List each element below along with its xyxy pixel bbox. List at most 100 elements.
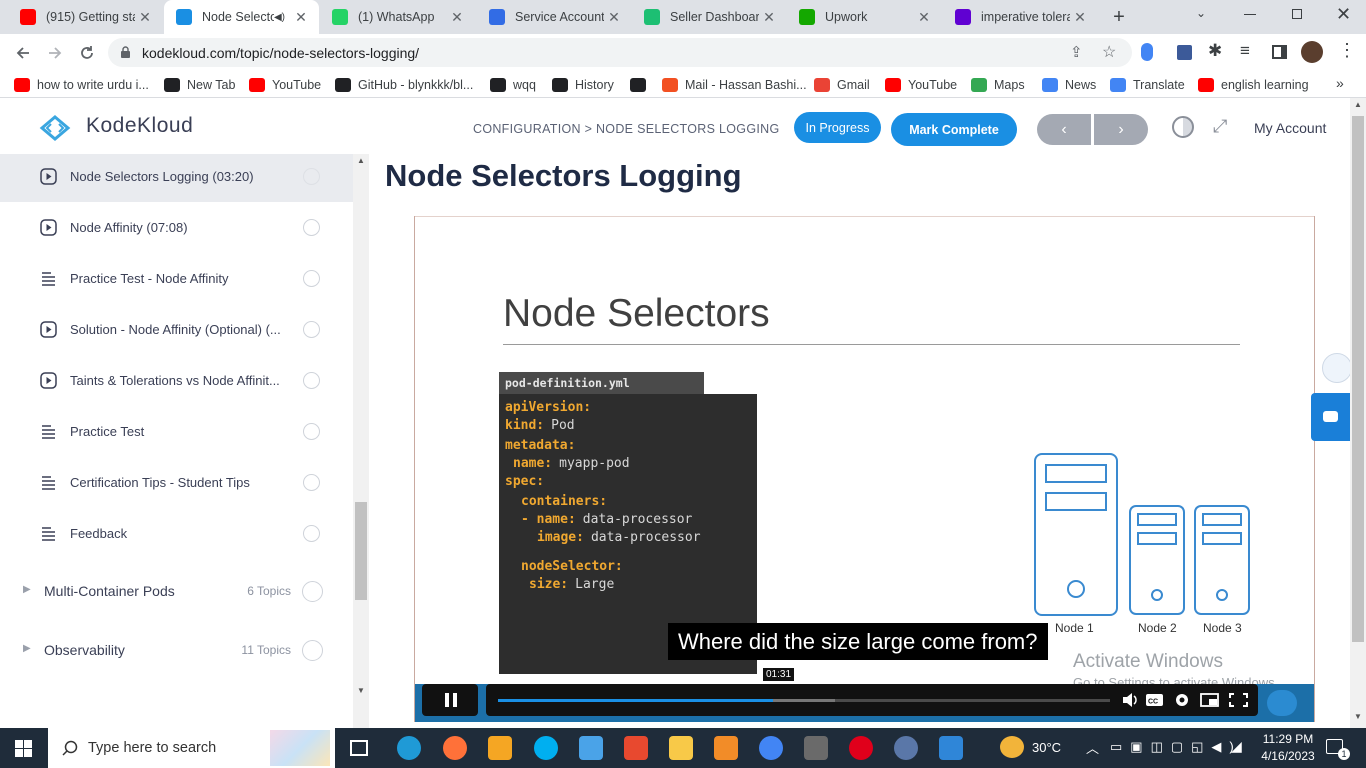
sidebar-lesson-item[interactable]: Node Affinity (07:08) — [0, 202, 353, 253]
browser-tab[interactable]: Seller Dashboard ✕ — [632, 0, 787, 34]
address-bar[interactable]: kodekloud.com/topic/node-selectors-loggi… — [108, 38, 1132, 67]
bookmark-item[interactable]: YouTube — [249, 75, 321, 95]
play-pause-button[interactable] — [422, 684, 478, 716]
chrome-icon[interactable] — [759, 736, 783, 760]
side-panel-icon[interactable] — [1272, 45, 1287, 59]
bookmark-item[interactable]: News — [1042, 75, 1096, 95]
media-app-icon[interactable] — [804, 736, 828, 760]
sidebar-scrollbar[interactable]: ▲ ▼ — [353, 154, 369, 728]
weather-icon[interactable] — [1000, 736, 1024, 758]
site-logo-text[interactable]: KodeKloud — [86, 114, 193, 138]
browser-tab[interactable]: (1) WhatsApp ✕ — [320, 0, 475, 34]
player-brand-icon[interactable] — [1267, 690, 1297, 716]
profile-avatar[interactable] — [1301, 41, 1323, 63]
more-bookmarks-icon[interactable]: » — [1336, 75, 1344, 91]
chrome-profile-icon[interactable] — [894, 736, 918, 760]
page-scroll-thumb[interactable] — [1352, 116, 1364, 642]
reading-list-icon[interactable]: ≡ — [1240, 41, 1250, 61]
page-scrollbar[interactable]: ▲ ▼ — [1350, 98, 1366, 728]
tray-chevron-icon[interactable]: ︿ — [1086, 738, 1099, 757]
temperature-text[interactable]: 30°C — [1032, 740, 1061, 755]
file-explorer-icon[interactable] — [669, 736, 693, 760]
bookmark-item[interactable]: GitHub - blynkkk/bl... — [335, 75, 473, 95]
audio-playing-icon[interactable]: ◀) — [274, 12, 285, 23]
browser-tab[interactable]: Node Selecto ◀) ✕ — [164, 0, 319, 34]
sidebar-lesson-item[interactable]: Practice Test — [0, 406, 353, 457]
section-complete-circle-icon[interactable] — [302, 581, 323, 602]
bookmark-item[interactable]: Translate — [1110, 75, 1185, 95]
bookmark-item[interactable]: wqq — [490, 75, 536, 95]
close-tab-icon[interactable]: ✕ — [914, 9, 934, 26]
bookmark-item[interactable]: History — [552, 75, 614, 95]
share-icon[interactable]: ⇪ — [1070, 43, 1083, 61]
bookmark-item[interactable]: New Tab — [164, 75, 235, 95]
lesson-complete-circle-icon[interactable] — [303, 525, 320, 542]
lesson-complete-circle-icon[interactable] — [303, 423, 320, 440]
photos-icon[interactable] — [939, 736, 963, 760]
clock-date[interactable]: 4/16/2023 — [1258, 749, 1318, 763]
minimize-icon[interactable] — [1244, 14, 1256, 15]
lesson-complete-circle-icon[interactable] — [303, 270, 320, 287]
browser-tab[interactable]: (915) Getting star ✕ — [8, 0, 163, 34]
close-tab-icon[interactable]: ✕ — [291, 9, 311, 26]
kodekloud-logo-icon[interactable] — [35, 114, 75, 142]
taskbar-search-box[interactable]: Type here to search — [48, 728, 335, 768]
wifi-icon[interactable]: ◢ — [1231, 738, 1242, 755]
sidebar-section[interactable]: ▶ Multi-Container Pods 6 Topics — [0, 560, 353, 618]
forward-icon[interactable] — [40, 38, 70, 68]
extension-download-icon[interactable] — [1177, 45, 1192, 60]
close-tab-icon[interactable]: ✕ — [1070, 9, 1090, 26]
back-icon[interactable] — [8, 38, 38, 68]
my-account-link[interactable]: My Account — [1254, 120, 1326, 136]
sidebar-lesson-item[interactable]: Feedback — [0, 508, 353, 559]
task-view-icon[interactable] — [350, 740, 368, 756]
settings-app-icon[interactable] — [714, 736, 738, 760]
next-lesson-button[interactable]: › — [1094, 114, 1148, 145]
sidebar-lesson-item[interactable]: Taints & Tolerations vs Node Affinit... — [0, 355, 353, 406]
sidebar-lesson-item[interactable]: Practice Test - Node Affinity — [0, 253, 353, 304]
microphone-widget-icon[interactable] — [1322, 353, 1350, 383]
voice-search-icon[interactable] — [1141, 43, 1153, 61]
bookmark-item[interactable] — [630, 75, 653, 95]
dark-mode-toggle-icon[interactable] — [1172, 116, 1194, 138]
clock-time[interactable]: 11:29 PM — [1258, 732, 1318, 746]
bookmark-item[interactable]: english learning — [1198, 75, 1309, 95]
fullscreen-expand-icon[interactable]: ⤢ — [1213, 116, 1227, 137]
firefox-icon[interactable] — [443, 736, 467, 760]
microsoft-store-icon[interactable] — [488, 736, 512, 760]
lesson-complete-circle-icon[interactable] — [303, 474, 320, 491]
tab-search-icon[interactable]: ⌄ — [1196, 6, 1214, 26]
lesson-complete-circle-icon[interactable] — [303, 321, 320, 338]
extensions-puzzle-icon[interactable]: ✱ — [1208, 41, 1222, 61]
browser-tab[interactable]: Upwork ✕ — [787, 0, 942, 34]
lesson-complete-circle-icon[interactable] — [303, 168, 320, 185]
chrome-menu-icon[interactable]: ⋮ — [1338, 40, 1356, 61]
new-tab-icon[interactable]: + — [1108, 6, 1130, 28]
expand-arrow-icon[interactable]: ▶ — [23, 584, 31, 595]
close-tab-icon[interactable]: ✕ — [135, 9, 155, 26]
sidebar-section[interactable]: ▶ Observability 11 Topics — [0, 619, 353, 677]
sidebar-scroll-thumb[interactable] — [355, 502, 367, 600]
close-tab-icon[interactable]: ✕ — [604, 9, 624, 26]
tray-icons[interactable]: ▭▣◫▢◱◀) — [1110, 739, 1242, 755]
progress-track-area[interactable]: CC — [486, 684, 1258, 716]
close-window-icon[interactable]: ✕ — [1336, 4, 1351, 25]
close-tab-icon[interactable]: ✕ — [759, 9, 779, 26]
opera-icon[interactable] — [849, 736, 873, 760]
windows-start-icon[interactable] — [15, 740, 32, 757]
browser-tab[interactable]: imperative tolera ✕ — [943, 0, 1098, 34]
bookmark-item[interactable]: how to write urdu i... — [14, 75, 149, 95]
bookmark-star-icon[interactable]: ☆ — [1102, 42, 1116, 62]
sidebar-lesson-item[interactable]: Node Selectors Logging (03:20) — [0, 154, 353, 202]
video-player[interactable]: Node Selectors pod-definition.yml apiVer… — [414, 216, 1315, 722]
mark-complete-button[interactable]: Mark Complete — [891, 113, 1017, 146]
sidebar-lesson-item[interactable]: Solution - Node Affinity (Optional) (... — [0, 304, 353, 355]
bookmark-item[interactable]: Mail - Hassan Bashi... — [662, 75, 807, 95]
expand-arrow-icon[interactable]: ▶ — [23, 643, 31, 654]
sidebar-lesson-item[interactable]: Certification Tips - Student Tips — [0, 457, 353, 508]
skype-icon[interactable] — [534, 736, 558, 760]
bookmark-item[interactable]: YouTube — [885, 75, 957, 95]
edge-icon[interactable] — [397, 736, 421, 760]
mail-icon[interactable] — [579, 736, 603, 760]
section-complete-circle-icon[interactable] — [302, 640, 323, 661]
